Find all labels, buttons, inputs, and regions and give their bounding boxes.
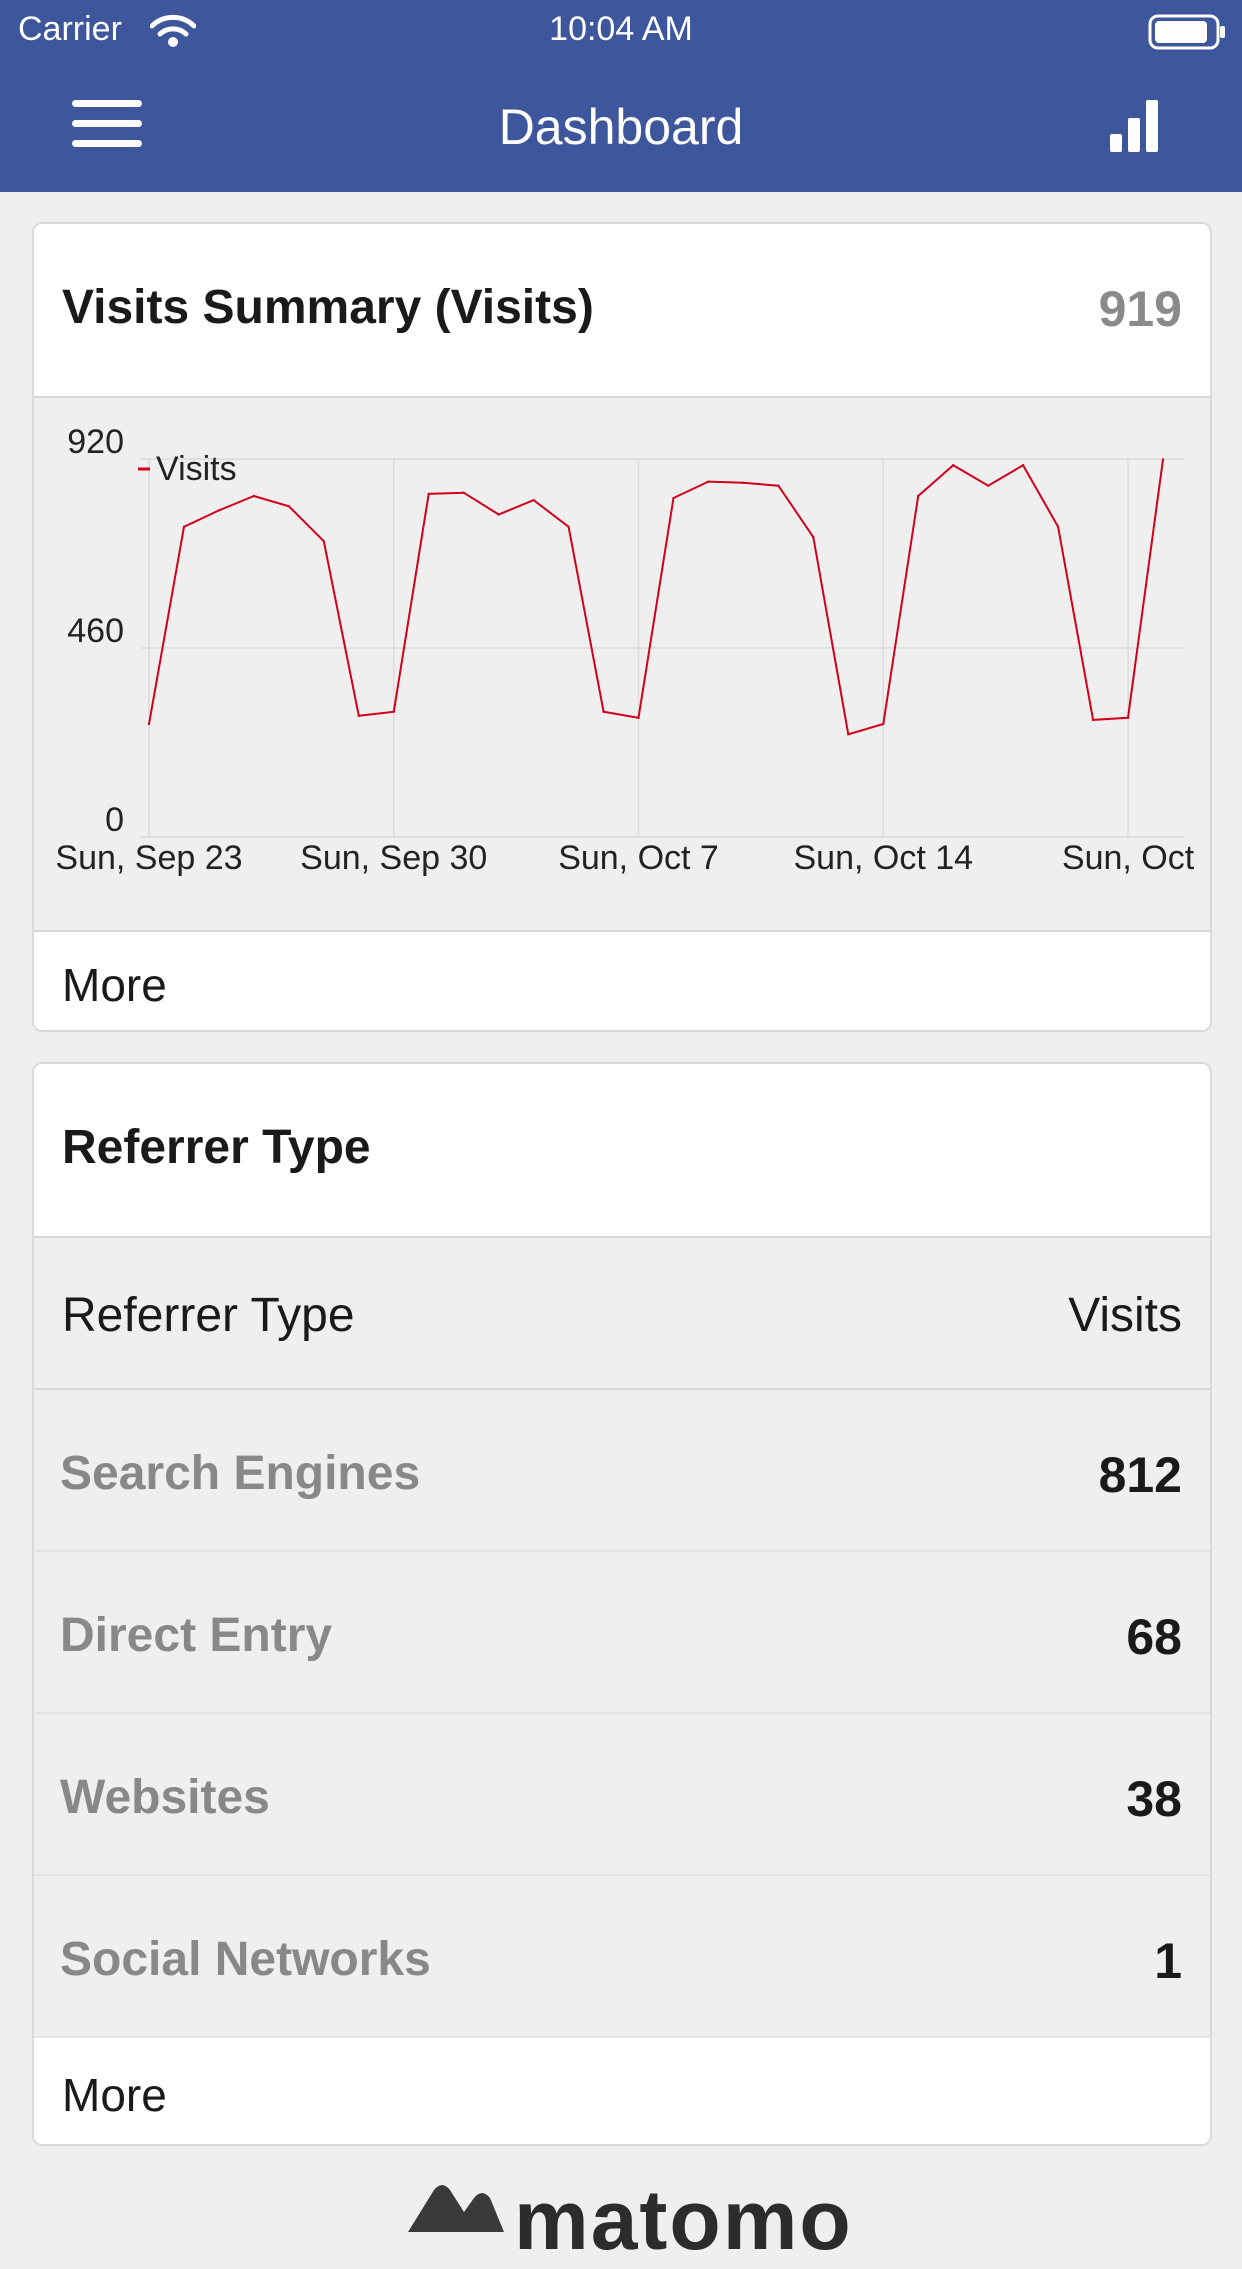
visits-data-point [742,481,745,485]
visits-more-button[interactable]: More [34,932,1210,1030]
visits-data-point [1161,458,1165,461]
visits-data-point [812,535,815,539]
visits-data-point [882,722,885,726]
status-time: 10:04 AM [549,10,693,48]
visits-data-point [392,710,395,713]
legend-label: Visits [156,450,237,488]
row-value: 38 [1126,1771,1182,1827]
page-title: Dashboard [498,99,744,155]
visits-more-label: More [62,959,167,1011]
x-tick-label: Sun, Sep 23 [55,839,242,877]
status-bar: Carrier 10:04 AM [0,0,1242,62]
row-label: Direct Entry [60,1609,333,1662]
referrer-type-header: Referrer Type [34,1064,1210,1238]
visits-line-chart: 920 460 0Sun, Sep 23 Sun, Sep 30 Sun, Oct 7 S… [55,423,1195,877]
visits-data-point [147,722,151,726]
visits-data-point [427,492,430,496]
visits-data-point [1056,525,1060,528]
navigation-bar: Dashboard [0,62,1242,192]
table-row[interactable]: Websites 38 [34,1714,1210,1876]
table-row[interactable]: Social Networks 1 [34,1876,1210,2038]
row-label: Social Networks [60,1933,431,1986]
visits-data-point [777,484,780,487]
referrer-table-header: Referrer Type Visits [34,1238,1210,1390]
row-label: Websites [60,1771,270,1824]
table-row[interactable]: Search Engines 812 [34,1390,1210,1552]
y-tick-label: 920 [67,423,124,461]
bar-chart-icon[interactable] [1108,98,1160,154]
column-header-visits: Visits [1068,1289,1182,1342]
visits-data-point [1021,463,1025,467]
visits-data-point [287,505,291,508]
row-value: 812 [1098,1447,1182,1503]
matomo-logo: matomo [404,2172,851,2267]
y-tick-label: 460 [67,612,124,650]
visits-series-line [148,459,1164,736]
visits-summary-title: Visits Summary (Visits) [62,281,594,334]
referrer-type-card: Referrer Type Referrer Type Visits Searc… [32,1062,1212,2146]
visits-data-point [497,513,500,516]
referrer-more-label: More [62,2069,167,2121]
visits-data-point [602,710,605,713]
x-tick-label: Sun, Sep 30 [300,839,487,877]
matomo-logo-icon [408,2185,504,2232]
referrer-more-button[interactable]: More [34,2042,1210,2140]
visits-data-point [567,525,570,528]
y-tick-label: 0 [105,801,124,839]
table-row[interactable]: Direct Entry 68 [34,1552,1210,1714]
visits-summary-card: Visits Summary (Visits) 919 920 460 0 Sun, … [32,222,1212,1032]
logo-text: matomo [514,2173,853,2267]
visits-data-point [672,496,675,500]
visits-data-point [322,539,326,543]
visits-data-point [1126,716,1130,720]
row-value: 1 [1154,1933,1182,1989]
visits-data-point [252,494,256,498]
visits-data-point [217,509,221,512]
visits-data-point [1091,718,1095,722]
visits-data-point [707,480,710,483]
visits-data-point [847,733,850,736]
visits-data-point [532,498,535,502]
visits-data-point [462,491,465,494]
visits-summary-header: Visits Summary (Visits) 919 [34,224,1210,398]
visits-data-point [357,714,360,717]
visits-data-point [917,494,920,498]
x-tick-label: Sun, Oct 7 [558,839,719,877]
visits-data-point [182,525,186,528]
row-label: Search Engines [60,1447,421,1500]
visits-data-point [637,716,640,720]
referrer-type-title: Referrer Type [62,1121,371,1174]
x-tick-label: Sun, Oct [1062,839,1195,877]
visits-data-point [986,484,990,487]
column-header-referrer-type: Referrer Type [62,1289,355,1342]
battery-icon [1148,14,1228,55]
row-value: 68 [1126,1609,1182,1665]
x-tick-label: Sun, Oct 14 [794,839,974,877]
visits-summary-total: 919 [1098,281,1182,337]
visits-chart-area: 920 460 0 Sun, Sep 23 Sun, Sep 30 Sun, Oct 7 S… [34,398,1210,932]
visits-data-point [952,463,955,467]
